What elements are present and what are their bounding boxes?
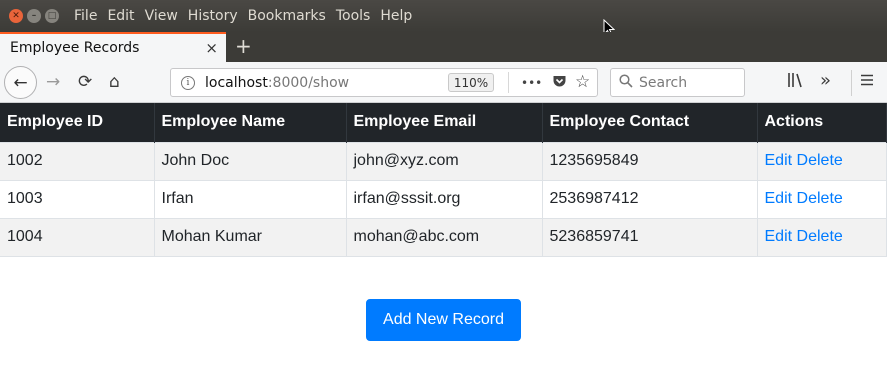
tab-title: Employee Records [10, 40, 140, 56]
menu-tools[interactable]: Tools [331, 8, 376, 24]
cell-employee-email: mohan@abc.com [346, 217, 543, 257]
cell-employee-contact: 1235695849 [542, 141, 758, 180]
url-host: localhost [205, 74, 268, 91]
delete-link[interactable]: Delete [797, 152, 843, 169]
menu-view[interactable]: View [140, 8, 183, 24]
forward-arrow-icon[interactable]: → [46, 72, 60, 92]
delete-link[interactable]: Delete [797, 228, 843, 245]
menu-history[interactable]: History [183, 8, 243, 24]
tab-employee-records[interactable]: Employee Records × [0, 32, 226, 62]
cell-employee-contact: 5236859741 [542, 217, 758, 257]
navigation-toolbar: ← → ⟳ ⌂ i localhost:8000/show 110% ••• ☆… [0, 62, 887, 103]
cell-actions: Edit Delete [757, 179, 887, 218]
cell-employee-id: 1003 [0, 179, 155, 218]
star-icon[interactable]: ☆ [575, 72, 590, 92]
tab-close-icon[interactable]: × [205, 39, 218, 57]
menu-bar: File Edit View History Bookmarks Tools H… [69, 8, 417, 24]
column-header-contact: Employee Contact [542, 103, 758, 142]
cell-actions: Edit Delete [757, 217, 887, 257]
menu-help[interactable]: Help [375, 8, 417, 24]
column-header-actions: Actions [757, 103, 887, 142]
page-content: Employee ID Employee Name Employee Email… [0, 103, 887, 378]
cell-employee-name: Mohan Kumar [154, 217, 347, 257]
address-bar[interactable]: i localhost:8000/show 110% ••• ☆ [170, 68, 598, 97]
toolbar-divider [851, 70, 852, 96]
url-text[interactable]: localhost:8000/show [205, 75, 349, 91]
close-icon[interactable]: ✕ [9, 9, 23, 23]
new-tab-icon[interactable]: + [235, 34, 252, 58]
page-actions-icon[interactable]: ••• [521, 76, 542, 90]
edit-link[interactable]: Edit [765, 190, 793, 207]
cell-employee-name: Irfan [154, 179, 347, 218]
cell-actions: Edit Delete [757, 141, 887, 180]
column-header-id: Employee ID [0, 103, 155, 142]
cell-employee-email: john@xyz.com [346, 141, 543, 180]
url-path: :8000/show [267, 74, 350, 91]
window-controls: ✕ – □ [9, 9, 59, 23]
column-header-email: Employee Email [346, 103, 543, 142]
employee-records-table: Employee ID Employee Name Employee Email… [0, 103, 887, 257]
cell-employee-email: irfan@sssit.org [346, 179, 543, 218]
cell-employee-contact: 2536987412 [542, 179, 758, 218]
reload-icon[interactable]: ⟳ [78, 72, 92, 92]
tab-strip: Employee Records × + [0, 32, 887, 62]
pocket-icon[interactable] [552, 74, 567, 93]
menu-edit[interactable]: Edit [102, 8, 139, 24]
overflow-chevron-icon[interactable]: » [820, 70, 831, 91]
add-new-record-button[interactable]: Add New Record [366, 299, 521, 341]
search-box[interactable] [610, 68, 745, 97]
table-row: 1002 John Doc john@xyz.com 1235695849 Ed… [0, 141, 887, 180]
info-icon[interactable]: i [181, 75, 195, 90]
back-arrow-icon[interactable]: ← [4, 66, 37, 99]
zoom-level-badge[interactable]: 110% [448, 73, 494, 92]
hamburger-menu-icon[interactable] [860, 72, 874, 91]
edit-link[interactable]: Edit [765, 152, 793, 169]
table-row: 1003 Irfan irfan@sssit.org 2536987412 Ed… [0, 179, 887, 218]
table-row: 1004 Mohan Kumar mohan@abc.com 523685974… [0, 217, 887, 257]
menu-bookmarks[interactable]: Bookmarks [243, 8, 331, 24]
urlbar-divider [508, 72, 509, 93]
column-header-name: Employee Name [154, 103, 347, 142]
edit-link[interactable]: Edit [765, 228, 793, 245]
search-input[interactable] [639, 74, 739, 91]
table-header-row: Employee ID Employee Name Employee Email… [0, 103, 887, 142]
cell-employee-id: 1004 [0, 217, 155, 257]
menu-file[interactable]: File [69, 8, 102, 24]
window-titlebar: ✕ – □ File Edit View History Bookmarks T… [0, 0, 887, 32]
search-icon [619, 73, 633, 92]
maximize-icon[interactable]: □ [45, 9, 59, 23]
home-icon[interactable]: ⌂ [109, 72, 120, 92]
minimize-icon[interactable]: – [27, 9, 41, 23]
cell-employee-id: 1002 [0, 141, 155, 180]
library-icon[interactable] [787, 72, 805, 92]
delete-link[interactable]: Delete [797, 190, 843, 207]
cell-employee-name: John Doc [154, 141, 347, 180]
